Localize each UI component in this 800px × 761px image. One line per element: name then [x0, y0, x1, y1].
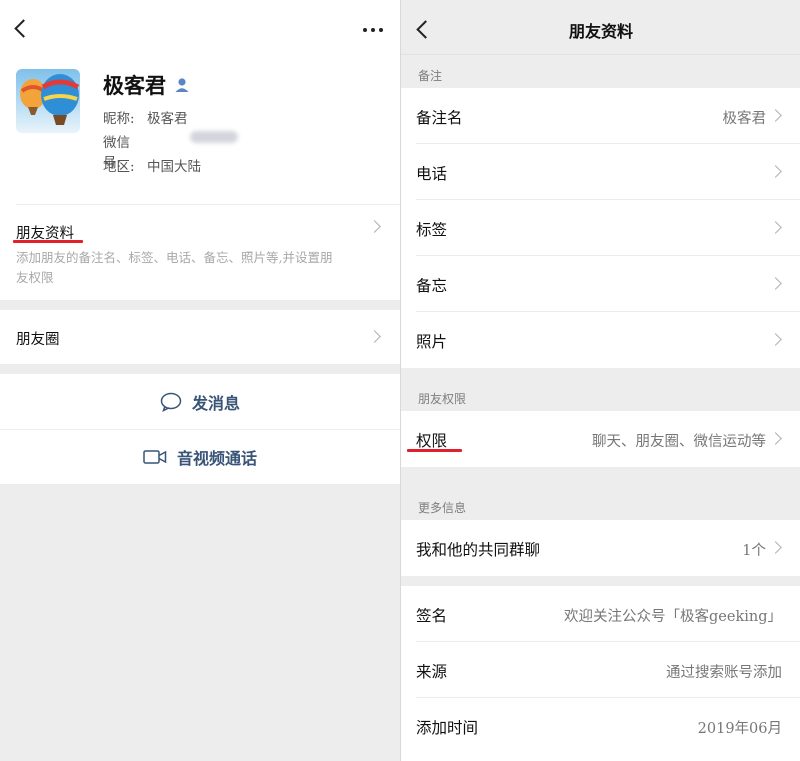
- actions-card: 发消息 音视频通话: [0, 374, 400, 484]
- region-label: 地区:: [103, 159, 135, 175]
- phone-label: 电话: [416, 165, 448, 183]
- friend-info-subtitle-line2: 友权限: [16, 270, 54, 285]
- wechat-id-blurred: [190, 131, 238, 143]
- permission-row[interactable]: 权限 聊天、朋友圈、微信运动等: [401, 411, 800, 467]
- send-message-label: 发消息: [191, 393, 240, 413]
- photos-label: 照片: [416, 333, 448, 351]
- chevron-right-icon: [769, 109, 782, 122]
- tags-label: 标签: [416, 221, 448, 239]
- video-camera-icon: [143, 450, 167, 464]
- message-bubble-icon: [160, 392, 182, 412]
- video-call-label: 音视频通话: [176, 449, 257, 468]
- back-icon[interactable]: [14, 19, 33, 38]
- common-groups-value: 1个: [742, 543, 766, 559]
- divider: [416, 143, 800, 144]
- chevron-right-icon: [769, 432, 782, 445]
- chevron-right-icon: [368, 220, 381, 233]
- divider: [416, 697, 800, 698]
- remark-name-value: 极客君: [722, 111, 767, 127]
- moments-title: 朋友圈: [16, 332, 60, 348]
- divider: [16, 204, 400, 205]
- added-time-label: 添加时间: [416, 719, 479, 737]
- divider: [416, 199, 800, 200]
- details-group: 签名 欢迎关注公众号「极客geeking」 来源 通过搜索账号添加 添加时间 2…: [401, 586, 800, 761]
- divider: [401, 54, 800, 55]
- section-remark: 备注: [418, 69, 443, 83]
- memo-label: 备忘: [416, 277, 448, 295]
- moments-row[interactable]: 朋友圈: [0, 310, 400, 364]
- nickname-line: 昵称: 极客君: [103, 107, 188, 127]
- divider: [416, 641, 800, 642]
- signature-label: 签名: [416, 607, 448, 625]
- send-message-button[interactable]: 发消息: [0, 374, 400, 429]
- more-icon[interactable]: [363, 28, 383, 32]
- source-value: 通过搜索账号添加: [666, 665, 782, 681]
- nickname-label: 昵称:: [103, 111, 135, 127]
- contact-name: 极客君: [103, 73, 166, 98]
- chevron-right-icon: [769, 277, 782, 290]
- highlight-underline: [407, 449, 462, 452]
- chevron-right-icon: [769, 541, 782, 554]
- divider: [416, 255, 800, 256]
- nickname-value: 极客君: [147, 111, 188, 127]
- divider: [416, 311, 800, 312]
- chevron-right-icon: [769, 165, 782, 178]
- section-permissions: 朋友权限: [418, 392, 467, 406]
- avatar[interactable]: [16, 69, 80, 133]
- chevron-right-icon: [368, 330, 381, 343]
- highlight-underline: [13, 240, 83, 243]
- common-groups-row[interactable]: 我和他的共同群聊 1个: [401, 520, 800, 576]
- signature-value: 欢迎关注公众号「极客geeking」: [564, 609, 782, 625]
- region-line: 地区: 中国大陆: [103, 155, 201, 175]
- profile-card: 极客君 昵称: 极客君 微信号: 地区: 中国大陆 朋友资料 添加朋友的备注名、标签…: [0, 0, 400, 300]
- added-time-value: 2019年06月: [697, 721, 782, 737]
- chevron-right-icon: [769, 221, 782, 234]
- friend-info-panel: 朋友资料 备注 备注名 极客君 电话 标签 备忘 照片 朋友权限 权限 聊天、朋…: [400, 0, 800, 761]
- remark-group: 备注名 极客君 电话 标签 备忘 照片: [401, 88, 800, 368]
- friend-info-subtitle-line1: 添加朋友的备注名、标签、电话、备忘、照片等,并设置朋: [16, 250, 333, 265]
- video-call-button[interactable]: 音视频通话: [0, 430, 400, 484]
- section-more-info: 更多信息: [418, 501, 467, 515]
- region-value: 中国大陆: [147, 159, 201, 175]
- permission-value: 聊天、朋友圈、微信运动等: [592, 434, 766, 450]
- common-groups-label: 我和他的共同群聊: [416, 541, 541, 559]
- chevron-right-icon: [769, 333, 782, 346]
- source-label: 来源: [416, 663, 448, 681]
- remark-name-label: 备注名: [416, 109, 463, 127]
- friend-info-subtitle: 添加朋友的备注名、标签、电话、备忘、照片等,并设置朋 友权限: [16, 248, 386, 288]
- person-icon: [175, 78, 189, 92]
- page-title: 朋友资料: [568, 22, 633, 41]
- permission-label: 权限: [416, 432, 448, 450]
- profile-panel: 极客君 昵称: 极客君 微信号: 地区: 中国大陆 朋友资料 添加朋友的备注名、标签…: [0, 0, 400, 761]
